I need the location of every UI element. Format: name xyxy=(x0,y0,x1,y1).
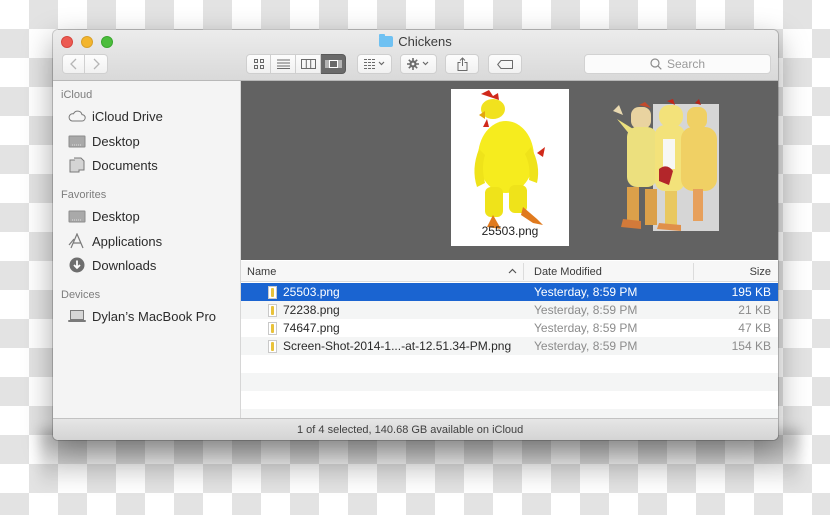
file-date: Yesterday, 8:59 PM xyxy=(534,321,638,335)
file-size: 154 KB xyxy=(731,339,771,353)
window-title-text: Chickens xyxy=(398,34,452,49)
sort-ascending-icon[interactable] xyxy=(508,268,517,274)
empty-row xyxy=(241,373,778,391)
png-file-icon xyxy=(268,339,277,353)
finder-window: Chickens Search iCloud iCloud Drive Desk… xyxy=(53,30,778,440)
png-file-icon xyxy=(268,303,277,317)
sidebar-item-applications[interactable]: Applications xyxy=(68,231,162,251)
file-date: Yesterday, 8:59 PM xyxy=(534,339,638,353)
file-name: 74647.png xyxy=(283,321,340,335)
toolbar: Chickens Search xyxy=(53,30,778,81)
search-icon xyxy=(650,58,662,70)
chevron-right-icon xyxy=(93,58,100,70)
search-input[interactable]: Search xyxy=(584,54,771,74)
sidebar-item-documents[interactable]: Documents xyxy=(68,155,158,175)
chicken-costume-image xyxy=(474,90,545,229)
file-list: 25503.png Yesterday, 8:59 PM 195 KB 7223… xyxy=(241,283,778,427)
grid-icon xyxy=(253,59,264,69)
column-header-date-label: Date Modified xyxy=(534,265,602,278)
sidebar-item-label: Desktop xyxy=(92,208,140,224)
sidebar: iCloud iCloud Drive Desktop Documents Fa… xyxy=(53,81,241,418)
file-row[interactable]: 25503.png Yesterday, 8:59 PM 195 KB xyxy=(241,283,778,301)
sidebar-item-icloud-drive[interactable]: iCloud Drive xyxy=(68,106,163,126)
png-file-icon xyxy=(268,285,277,299)
tag-icon xyxy=(497,59,513,69)
column-header-name-label: Name xyxy=(247,265,277,278)
sidebar-item-label: Applications xyxy=(92,233,163,249)
arrange-button[interactable] xyxy=(357,54,392,74)
share-icon xyxy=(457,57,467,71)
file-row[interactable]: 74647.png Yesterday, 8:59 PM 47 KB xyxy=(241,319,778,337)
column-header-size-label: Size xyxy=(749,265,771,278)
chevron-left-icon xyxy=(69,58,76,70)
sidebar-heading-devices: Devices xyxy=(61,289,101,301)
window-title: Chickens xyxy=(53,34,778,49)
column-view-button[interactable] xyxy=(296,54,321,74)
tag-button[interactable] xyxy=(488,54,522,74)
empty-row xyxy=(241,391,778,409)
sidebar-item-label: iCloud Drive xyxy=(92,108,163,124)
back-button[interactable] xyxy=(62,54,85,74)
sidebar-item-desktop[interactable]: Desktop xyxy=(68,206,140,226)
folder-icon xyxy=(379,34,394,47)
desktop-icon xyxy=(68,134,86,148)
applications-icon xyxy=(68,233,86,249)
action-button[interactable] xyxy=(400,54,437,74)
list-icon xyxy=(276,59,290,69)
file-row[interactable]: 72238.png Yesterday, 8:59 PM 21 KB xyxy=(241,301,778,319)
sidebar-item-downloads[interactable]: Downloads xyxy=(68,255,156,275)
preview-caption: 25503.png xyxy=(481,224,539,238)
sidebar-heading-icloud: iCloud xyxy=(61,89,93,101)
navigation-buttons xyxy=(62,54,108,74)
file-size: 47 KB xyxy=(738,321,771,335)
view-mode-selector xyxy=(246,54,346,74)
columns-icon xyxy=(300,59,316,69)
documents-icon xyxy=(68,157,86,173)
chicken-group-image xyxy=(613,99,717,231)
forward-button[interactable] xyxy=(85,54,108,74)
sidebar-item-icloud-desktop[interactable]: Desktop xyxy=(68,131,140,151)
file-name: 25503.png xyxy=(283,285,340,299)
gear-icon xyxy=(406,58,428,70)
png-file-icon xyxy=(268,321,277,335)
column-header-date[interactable]: Date Modified xyxy=(534,261,602,282)
list-header: Name Date Modified Size xyxy=(241,261,778,282)
file-name: 72238.png xyxy=(283,303,340,317)
sidebar-item-macbook[interactable]: Dylan’s MacBook Pro xyxy=(68,306,216,326)
preview-image-selected[interactable]: 25503.png xyxy=(451,89,569,246)
list-view-button[interactable] xyxy=(271,54,296,74)
column-divider[interactable] xyxy=(523,263,524,280)
status-bar: 1 of 4 selected, 140.68 GB available on … xyxy=(53,418,778,440)
icon-view-button[interactable] xyxy=(246,54,271,74)
file-name: Screen-Shot-2014-1...-at-12.51.34-PM.png xyxy=(283,339,512,353)
sidebar-heading-favorites: Favorites xyxy=(61,189,107,201)
share-button[interactable] xyxy=(445,54,479,74)
status-text: 1 of 4 selected, 140.68 GB available on … xyxy=(297,423,524,436)
file-date: Yesterday, 8:59 PM xyxy=(534,303,638,317)
cloud-icon xyxy=(68,109,86,123)
arrange-icon xyxy=(363,59,384,69)
column-divider[interactable] xyxy=(693,263,694,280)
desktop-icon xyxy=(68,209,86,223)
sidebar-item-label: Dylan’s MacBook Pro xyxy=(92,308,217,324)
laptop-icon xyxy=(68,309,86,323)
cover-flow-preview: 25503.png xyxy=(241,81,778,260)
file-size: 21 KB xyxy=(738,303,771,317)
sidebar-item-label: Documents xyxy=(92,157,158,173)
downloads-icon xyxy=(68,257,86,273)
sidebar-item-label: Desktop xyxy=(92,133,140,149)
file-date: Yesterday, 8:59 PM xyxy=(534,285,638,299)
file-browser: 25503.png Name Date Modified Size 25503.… xyxy=(241,81,778,427)
empty-row xyxy=(241,355,778,373)
search-placeholder: Search xyxy=(666,57,706,71)
cover-flow-view-button[interactable] xyxy=(321,54,346,74)
file-row[interactable]: Screen-Shot-2014-1...-at-12.51.34-PM.png… xyxy=(241,337,778,355)
column-header-name[interactable]: Name xyxy=(247,261,276,282)
column-header-size[interactable]: Size xyxy=(750,261,771,282)
coverflow-icon xyxy=(325,60,341,68)
file-size: 195 KB xyxy=(731,285,771,299)
sidebar-item-label: Downloads xyxy=(92,257,157,273)
